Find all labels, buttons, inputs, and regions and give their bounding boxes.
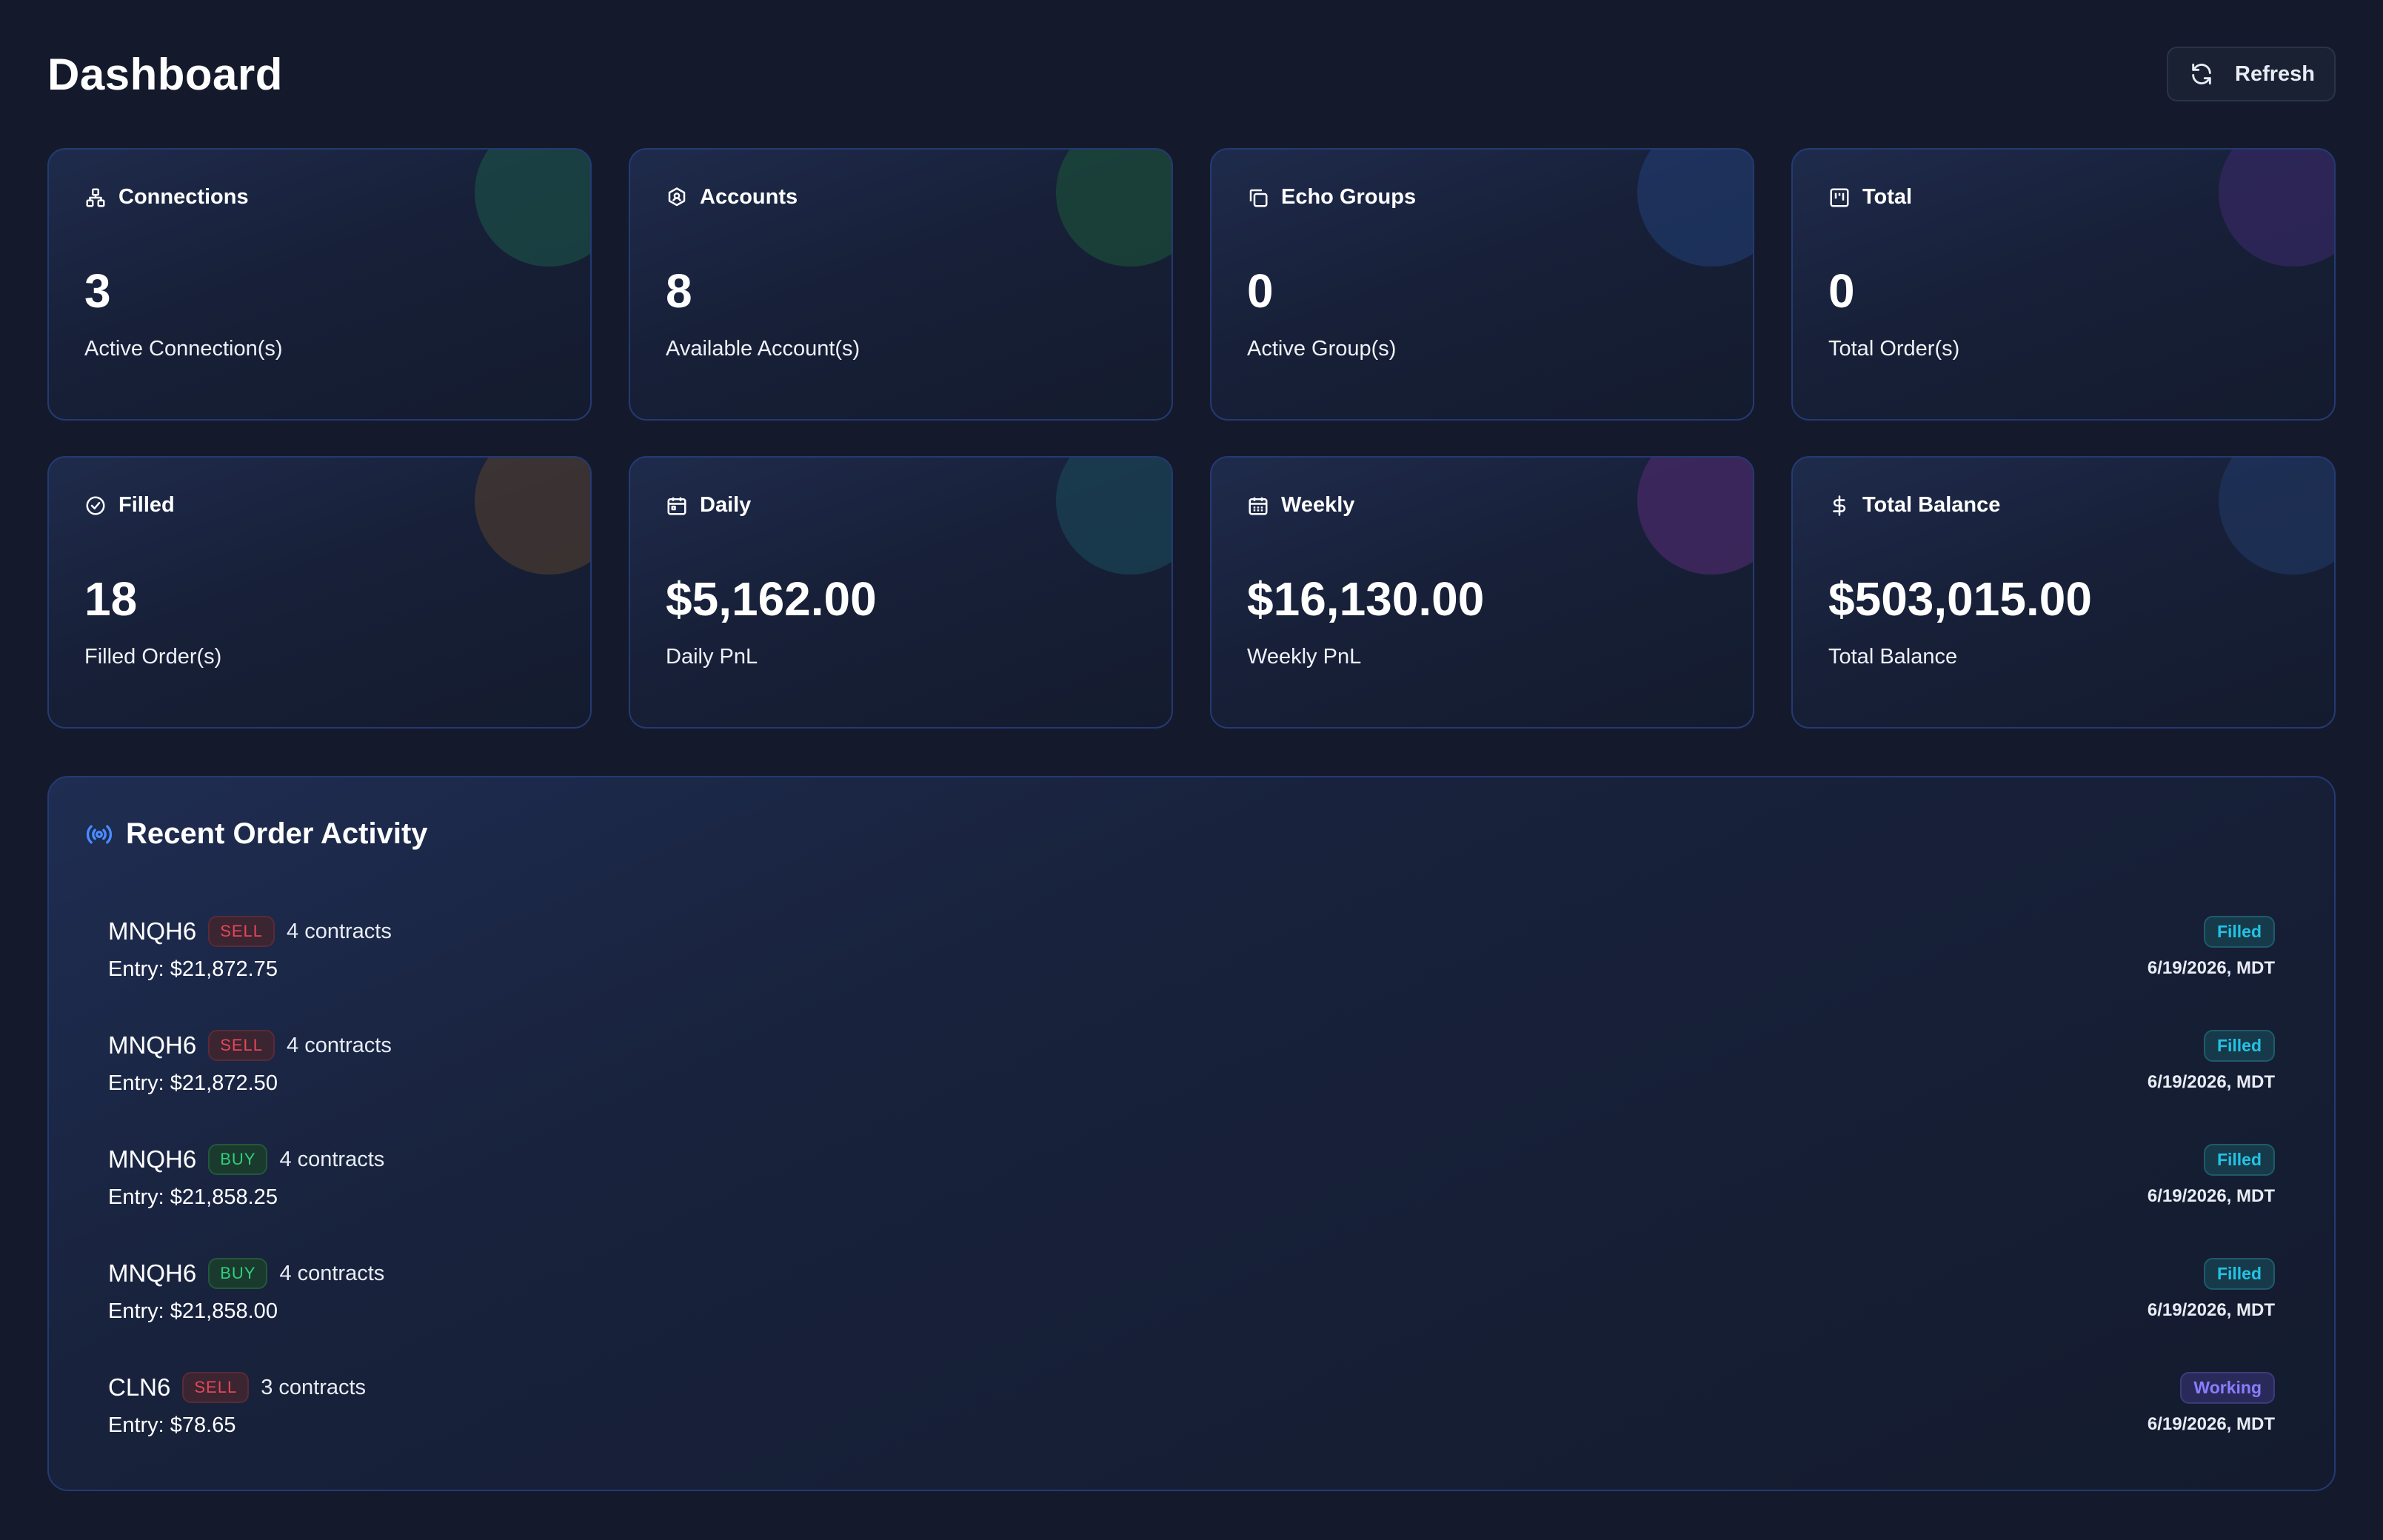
side-badge: SELL bbox=[208, 1030, 275, 1061]
stat-card-accounts: Accounts 8 Available Account(s) bbox=[629, 148, 1173, 421]
stat-caption: Daily PnL bbox=[666, 645, 758, 669]
order-entry: Entry: $21,858.00 bbox=[108, 1299, 278, 1323]
stat-label: Echo Groups bbox=[1281, 185, 1417, 209]
side-badge: SELL bbox=[208, 916, 275, 947]
dashboard-page: Dashboard Refresh Connections 3 Active C… bbox=[0, 0, 2383, 1540]
connections-icon bbox=[86, 188, 105, 207]
side-badge: BUY bbox=[208, 1144, 268, 1175]
shield-icon bbox=[668, 187, 686, 206]
stat-caption: Active Group(s) bbox=[1247, 337, 1397, 361]
stat-caption: Weekly PnL bbox=[1247, 645, 1362, 669]
order-contracts: 3 contracts bbox=[261, 1375, 367, 1399]
stat-card-connections: Connections 3 Active Connection(s) bbox=[47, 148, 592, 421]
dollar-icon bbox=[1833, 495, 1846, 516]
order-contracts: 4 contracts bbox=[287, 1033, 392, 1057]
order-entry: Entry: $21,858.25 bbox=[108, 1185, 278, 1209]
stat-value: 0 bbox=[1828, 264, 1855, 318]
stat-value: 8 bbox=[666, 264, 692, 318]
stat-label: Total bbox=[1862, 185, 1913, 209]
stat-card-filled: Filled 18 Filled Order(s) bbox=[47, 456, 592, 729]
order-symbol: MNQH6 bbox=[108, 1031, 197, 1059]
stat-card-echo-groups: Echo Groups 0 Active Group(s) bbox=[1210, 148, 1754, 421]
order-row[interactable]: MNQH6 SELL 4 contracts Entry: $21,872.50… bbox=[108, 1021, 2275, 1135]
stat-label: Connections bbox=[118, 185, 249, 209]
side-badge: BUY bbox=[208, 1258, 268, 1289]
stat-value: $5,162.00 bbox=[666, 572, 877, 626]
order-row[interactable]: MNQH6 SELL 4 contracts Entry: $21,872.75… bbox=[108, 907, 2275, 1021]
order-symbol: MNQH6 bbox=[108, 1145, 197, 1173]
stat-value: 3 bbox=[84, 264, 111, 318]
broadcast-icon bbox=[86, 825, 113, 843]
order-list: MNQH6 SELL 4 contracts Entry: $21,872.75… bbox=[84, 907, 2275, 1477]
calendar-grid-icon bbox=[1249, 497, 1268, 515]
stat-label: Filled bbox=[118, 493, 175, 517]
order-entry: Entry: $21,872.75 bbox=[108, 957, 278, 981]
order-contracts: 4 contracts bbox=[279, 1261, 385, 1285]
stat-label: Accounts bbox=[700, 185, 798, 209]
stat-caption: Available Account(s) bbox=[666, 337, 860, 361]
order-time: 6/19/2026, MDT bbox=[2147, 1072, 2275, 1092]
order-symbol: MNQH6 bbox=[108, 1259, 197, 1287]
order-contracts: 4 contracts bbox=[279, 1147, 385, 1171]
stats-grid: Connections 3 Active Connection(s) Accou… bbox=[47, 148, 2336, 729]
check-circle-icon bbox=[86, 496, 105, 515]
stat-card-weekly: Weekly $16,130.00 Weekly PnL bbox=[1210, 456, 1754, 729]
order-entry: Entry: $21,872.50 bbox=[108, 1071, 278, 1095]
refresh-label: Refresh bbox=[2235, 61, 2315, 86]
stat-caption: Total Balance bbox=[1828, 645, 1958, 669]
calendar-icon bbox=[667, 497, 686, 515]
order-row[interactable]: MNQH6 BUY 4 contracts Entry: $21,858.25 … bbox=[108, 1135, 2275, 1249]
status-badge: Filled bbox=[2203, 916, 2275, 948]
refresh-button[interactable]: Refresh bbox=[2167, 47, 2336, 101]
order-symbol: CLN6 bbox=[108, 1373, 171, 1401]
stat-card-total: Total 0 Total Order(s) bbox=[1791, 148, 2336, 421]
stat-label: Weekly bbox=[1281, 493, 1355, 517]
stat-value: $503,015.00 bbox=[1828, 572, 2092, 626]
order-time: 6/19/2026, MDT bbox=[2147, 1414, 2275, 1434]
activity-title: Recent Order Activity bbox=[126, 817, 428, 850]
status-badge: Filled bbox=[2203, 1258, 2275, 1290]
recent-order-activity-panel: Recent Order Activity MNQH6 SELL 4 contr… bbox=[47, 776, 2336, 1491]
stat-caption: Active Connection(s) bbox=[84, 337, 283, 361]
status-badge: Filled bbox=[2203, 1030, 2275, 1062]
stat-label: Total Balance bbox=[1862, 493, 2001, 517]
refresh-icon bbox=[2192, 63, 2211, 85]
side-badge: SELL bbox=[182, 1372, 250, 1403]
kanban-icon bbox=[1830, 188, 1849, 207]
order-row[interactable]: CLN6 SELL 3 contracts Entry: $78.65 Work… bbox=[108, 1363, 2275, 1477]
stat-card-daily: Daily $5,162.00 Daily PnL bbox=[629, 456, 1173, 729]
order-time: 6/19/2026, MDT bbox=[2147, 1300, 2275, 1320]
order-row[interactable]: MNQH6 BUY 4 contracts Entry: $21,858.00 … bbox=[108, 1249, 2275, 1363]
order-symbol: MNQH6 bbox=[108, 917, 197, 945]
stat-value: 0 bbox=[1247, 264, 1274, 318]
order-time: 6/19/2026, MDT bbox=[2147, 1186, 2275, 1206]
status-badge: Working bbox=[2180, 1372, 2275, 1404]
stat-caption: Total Order(s) bbox=[1828, 337, 1960, 361]
status-badge: Filled bbox=[2203, 1144, 2275, 1176]
stat-value: 18 bbox=[84, 572, 138, 626]
order-entry: Entry: $78.65 bbox=[108, 1413, 236, 1437]
page-title: Dashboard bbox=[47, 49, 283, 99]
stat-caption: Filled Order(s) bbox=[84, 645, 222, 669]
order-contracts: 4 contracts bbox=[287, 919, 392, 943]
page-header: Dashboard Refresh bbox=[47, 0, 2336, 148]
order-time: 6/19/2026, MDT bbox=[2147, 958, 2275, 978]
stat-card-total-balance: Total Balance $503,015.00 Total Balance bbox=[1791, 456, 2336, 729]
stat-value: $16,130.00 bbox=[1247, 572, 1485, 626]
stat-label: Daily bbox=[700, 493, 752, 517]
copy-icon bbox=[1249, 189, 1268, 207]
